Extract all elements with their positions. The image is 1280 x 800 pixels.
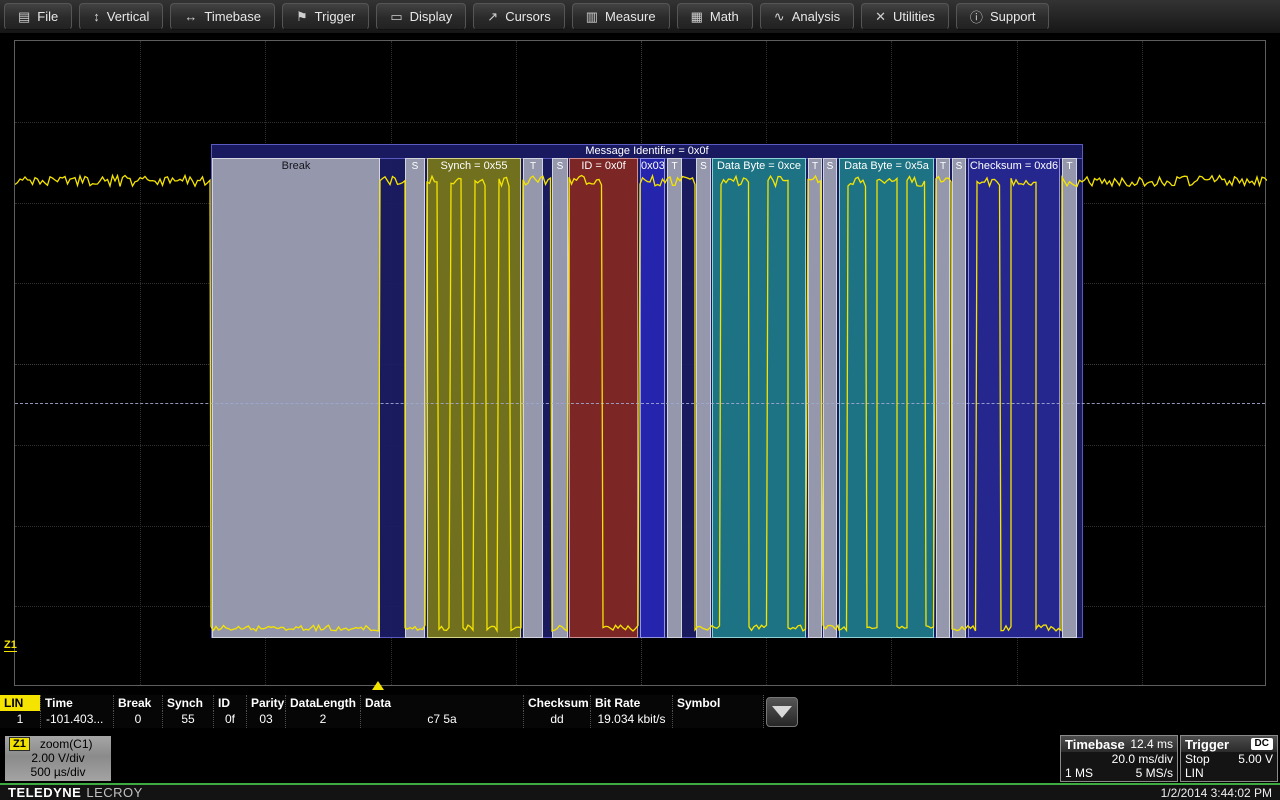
lin-signal-trace xyxy=(15,41,1267,687)
menu-support-label: Support xyxy=(990,9,1036,24)
table-header-time: Time xyxy=(40,695,113,711)
table-cell-synch[interactable]: 55 xyxy=(162,711,213,728)
lin-decode-table: LIN Time Break Synch ID Parity DataLengt… xyxy=(0,695,764,728)
menu-trigger[interactable]: ⚑ Trigger xyxy=(282,3,369,30)
menu-display[interactable]: ▭ Display xyxy=(376,3,466,30)
table-cell-id[interactable]: 0f xyxy=(213,711,246,728)
table-header-synch: Synch xyxy=(162,695,213,711)
menu-utilities-label: Utilities xyxy=(893,9,935,24)
z1-badge: Z1 xyxy=(9,737,30,751)
menu-math-label: Math xyxy=(710,9,739,24)
timebase-samplerate: 5 MS/s xyxy=(1136,766,1173,780)
table-cell-break[interactable]: 0 xyxy=(113,711,162,728)
timebase-title: Timebase xyxy=(1065,737,1125,752)
flag-icon: ⚑ xyxy=(296,9,308,25)
menu-vertical-label: Vertical xyxy=(107,9,150,24)
teledyne-lecroy-logo: TELEDYNE LECROY xyxy=(8,785,143,800)
table-header-id: ID xyxy=(213,695,246,711)
table-header-break: Break xyxy=(113,695,162,711)
chevron-down-icon xyxy=(772,706,792,718)
menu-math[interactable]: ▦ Math xyxy=(677,3,753,30)
zoom-trace-axis-label: Z1 xyxy=(4,639,17,652)
table-cell-data[interactable]: c7 5a xyxy=(360,711,523,728)
trigger-level: 5.00 V xyxy=(1238,752,1273,766)
menu-utilities[interactable]: ✕ Utilities xyxy=(861,3,949,30)
table-cell-parity[interactable]: 03 xyxy=(246,711,285,728)
menu-measure[interactable]: ▥ Measure xyxy=(572,3,670,30)
oscilloscope-screen: ▤ File ↕ Vertical ↔ Timebase ⚑ Trigger ▭ Disp… xyxy=(0,0,1280,800)
menu-file-label: File xyxy=(37,9,58,24)
table-header-channel[interactable]: LIN xyxy=(0,695,40,711)
menu-cursors-label: Cursors xyxy=(505,9,551,24)
measure-doc-icon: ▥ xyxy=(586,9,598,25)
table-header-symbol: Symbol xyxy=(672,695,764,711)
info-circle-icon: ⓘ xyxy=(970,7,983,26)
table-cell-datalength[interactable]: 2 xyxy=(285,711,360,728)
table-header-datalength: DataLength xyxy=(285,695,360,711)
menu-vertical[interactable]: ↕ Vertical xyxy=(79,3,163,30)
table-cell-symbol[interactable] xyxy=(672,711,764,728)
table-header-parity: Parity xyxy=(246,695,285,711)
brand-teledyne: TELEDYNE xyxy=(8,785,81,800)
table-row-index[interactable]: 1 xyxy=(0,711,40,728)
table-scroll-down-button[interactable] xyxy=(766,697,798,727)
pointer-arrow-icon: ↗ xyxy=(487,9,498,25)
menu-cursors[interactable]: ↗ Cursors xyxy=(473,3,564,30)
menu-file[interactable]: ▤ File xyxy=(4,3,72,30)
table-cell-time[interactable]: -101.403... xyxy=(40,711,113,728)
table-header-checksum: Checksum xyxy=(523,695,590,711)
menu-analysis-label: Analysis xyxy=(792,9,840,24)
menu-bar: ▤ File ↕ Vertical ↔ Timebase ⚑ Trigger ▭ Disp… xyxy=(0,0,1280,34)
waveform-chart-icon: ∿ xyxy=(774,9,785,25)
zoom-time-per-div: 500 µs/div xyxy=(9,765,107,779)
menu-timebase[interactable]: ↔ Timebase xyxy=(170,3,275,30)
clipboard-icon: ▤ xyxy=(18,9,30,25)
menu-measure-label: Measure xyxy=(605,9,656,24)
trigger-source: LIN xyxy=(1185,766,1204,780)
zoom-trace-descriptor[interactable]: Z1 zoom(C1) 2.00 V/div 500 µs/div xyxy=(5,736,111,781)
menu-support[interactable]: ⓘ Support xyxy=(956,3,1050,30)
timebase-points: 1 MS xyxy=(1065,766,1093,780)
table-cell-checksum[interactable]: dd xyxy=(523,711,590,728)
zoom-source-label: zoom(C1) xyxy=(40,737,93,751)
table-header-data: Data xyxy=(360,695,523,711)
menu-display-label: Display xyxy=(410,9,453,24)
table-cell-bitrate[interactable]: 19.034 kbit/s xyxy=(590,711,672,728)
status-bar: TELEDYNE LECROY 1/2/2014 3:44:02 PM xyxy=(0,783,1280,800)
datetime-display: 1/2/2014 3:44:02 PM xyxy=(1161,786,1272,800)
monitor-icon: ▭ xyxy=(390,9,402,25)
trigger-position-marker[interactable] xyxy=(372,681,384,690)
calculator-icon: ▦ xyxy=(691,9,703,25)
brand-lecroy: LECROY xyxy=(86,785,142,800)
timebase-scale: 20.0 ms/div xyxy=(1112,752,1173,766)
zoom-volts-per-div: 2.00 V/div xyxy=(9,751,107,765)
trigger-descriptor[interactable]: Trigger DC Stop 5.00 V LIN xyxy=(1180,735,1278,782)
table-header-bitrate: Bit Rate xyxy=(590,695,672,711)
tools-icon: ✕ xyxy=(875,9,886,25)
timebase-descriptor[interactable]: Timebase 12.4 ms 20.0 ms/div 1 MS 5 MS/s xyxy=(1060,735,1178,782)
menu-timebase-label: Timebase xyxy=(204,9,261,24)
timebase-offset: 12.4 ms xyxy=(1130,737,1173,751)
menu-trigger-label: Trigger xyxy=(315,9,356,24)
trigger-mode: Stop xyxy=(1185,752,1210,766)
graticule: Message Identifier = 0x0f Break S Synch … xyxy=(14,40,1266,686)
menu-analysis[interactable]: ∿ Analysis xyxy=(760,3,854,30)
trigger-coupling-badge: DC xyxy=(1251,738,1273,750)
vertical-arrows-icon: ↕ xyxy=(93,9,100,24)
horizontal-arrows-icon: ↔ xyxy=(184,9,197,24)
trigger-title: Trigger xyxy=(1185,737,1229,752)
